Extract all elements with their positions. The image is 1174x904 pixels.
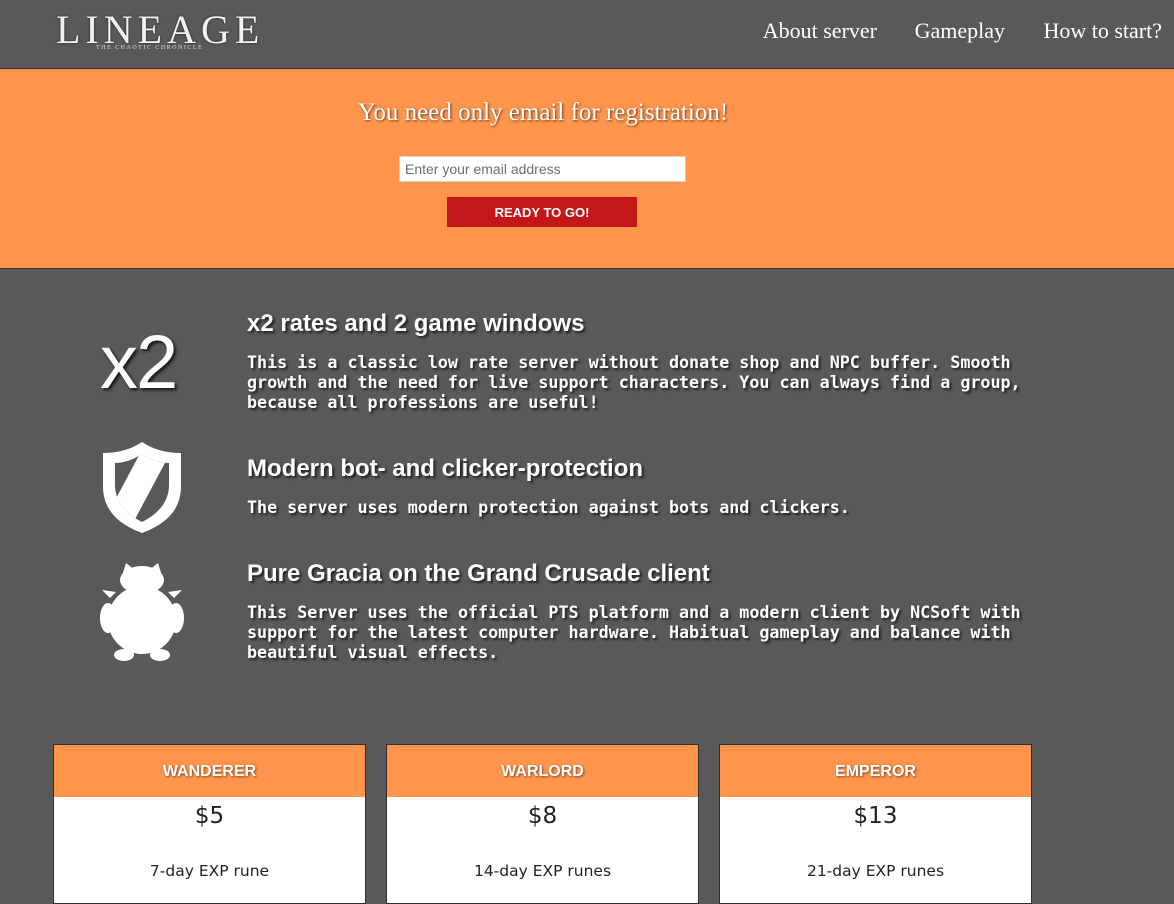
site-logo[interactable]: LINEAGE THE CHAOTIC CHRONICLE xyxy=(56,8,259,58)
email-input[interactable] xyxy=(399,156,686,182)
feature-desc-client: This Server uses the official PTS platfo… xyxy=(247,602,1021,662)
plan-description: 7-day EXP rune xyxy=(149,862,270,880)
shield-icon xyxy=(100,440,184,534)
nav-gameplay[interactable]: Gameplay xyxy=(915,16,1005,46)
plan-description: 14-day EXP runes xyxy=(473,862,612,880)
logo-subtitle: THE CHAOTIC CHRONICLE xyxy=(96,45,204,51)
plan-name: WARLORD xyxy=(387,745,698,797)
plan-name: WANDERER xyxy=(54,745,365,797)
ready-to-go-button[interactable]: READY TO GO! xyxy=(447,197,637,227)
plan-price: $5 xyxy=(194,803,225,829)
x2-icon: x2 xyxy=(100,320,178,405)
plan-card-wanderer[interactable]: WANDERER $5 7-day EXP rune xyxy=(53,744,366,904)
feature-title-protection: Modern bot- and clicker-protection xyxy=(247,455,644,482)
nav-about-server[interactable]: About server xyxy=(763,16,877,46)
registration-section: You need only email for registration! RE… xyxy=(0,69,1174,269)
site-header: LINEAGE THE CHAOTIC CHRONICLE About serv… xyxy=(0,0,1174,69)
nav-how-to-start[interactable]: How to start? xyxy=(1043,16,1162,46)
plan-price: $8 xyxy=(527,803,558,829)
feature-title-client: Pure Gracia on the Grand Crusade client xyxy=(247,560,710,587)
plan-card-warlord[interactable]: WARLORD $8 14-day EXP runes xyxy=(386,744,699,904)
plan-description: 21-day EXP runes xyxy=(806,862,945,880)
feature-desc-rates: This is a classic low rate server withou… xyxy=(247,352,1021,412)
registration-title: You need only email for registration! xyxy=(357,99,729,126)
plan-card-emperor[interactable]: EMPEROR $13 21-day EXP runes xyxy=(719,744,1032,904)
creature-icon xyxy=(100,562,184,662)
plan-name: EMPEROR xyxy=(720,745,1031,797)
feature-desc-protection: The server uses modern protection agains… xyxy=(247,497,850,517)
plan-price: $13 xyxy=(853,803,898,829)
feature-title-rates: x2 rates and 2 game windows xyxy=(247,310,585,337)
